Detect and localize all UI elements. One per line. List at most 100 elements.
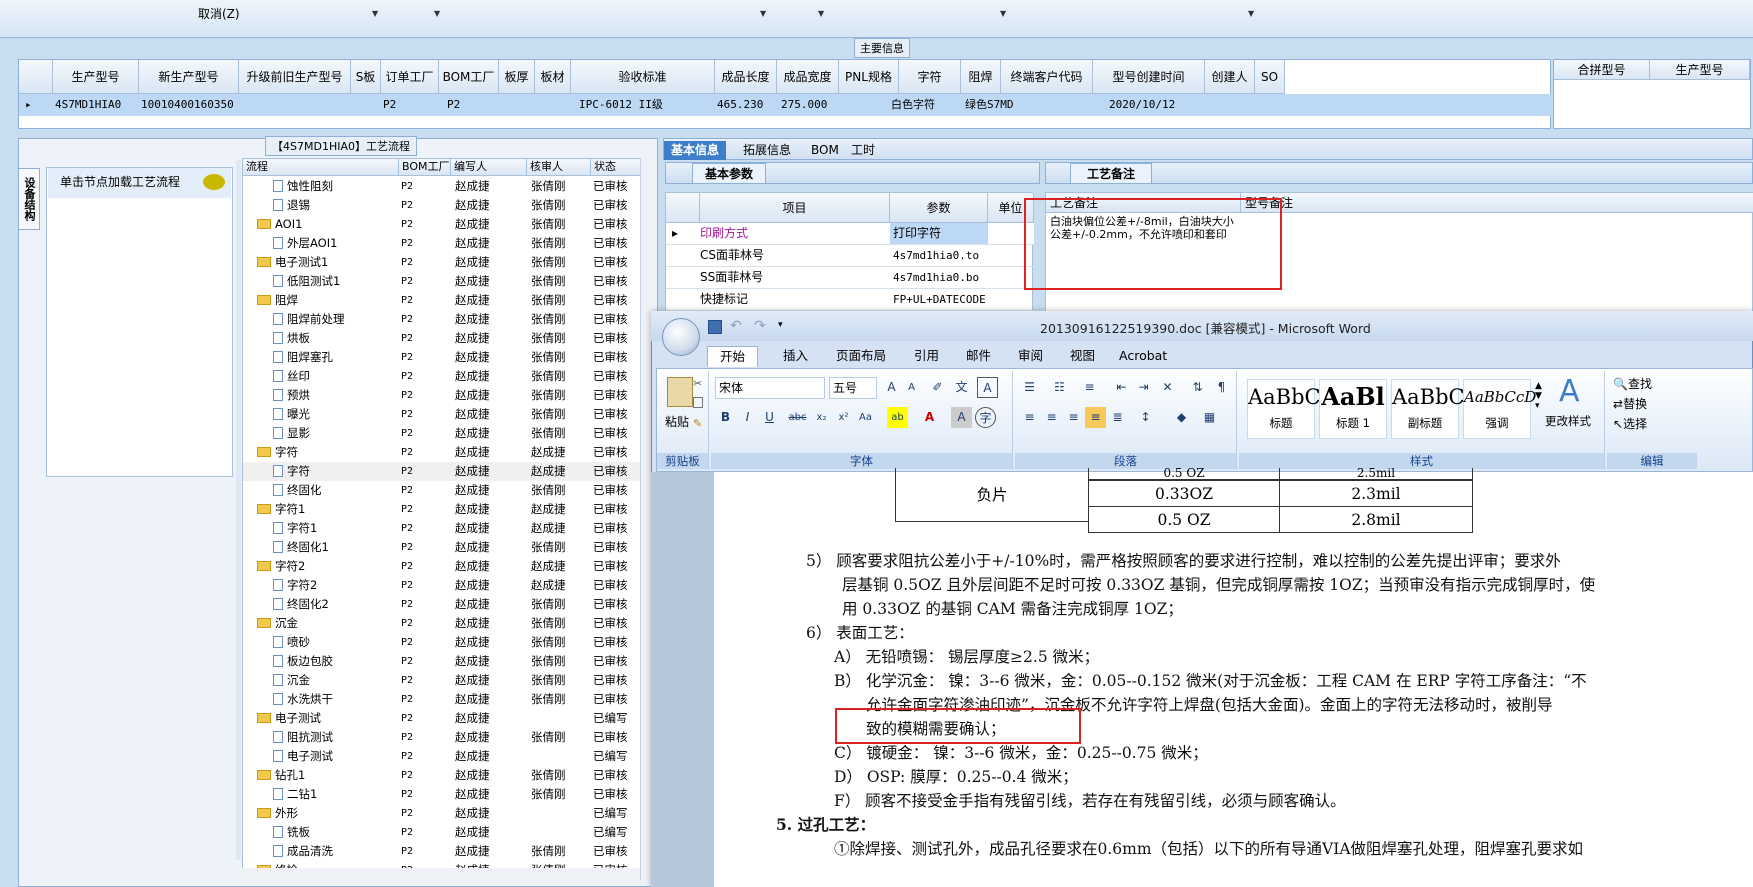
- table-cell[interactable]: 10010400160350: [141, 94, 239, 116]
- col-header[interactable]: 板材: [535, 60, 571, 94]
- flow-node[interactable]: 烘板: [273, 329, 399, 348]
- tab-acrobat[interactable]: Acrobat: [1107, 346, 1179, 366]
- show-marks-icon[interactable]: ¶: [1211, 377, 1232, 398]
- col-header[interactable]: 型号备注: [1241, 193, 1753, 213]
- dropdown-arrow-icon[interactable]: ▼: [1000, 9, 1006, 18]
- flow-node[interactable]: 成品清洗: [273, 842, 399, 861]
- paste-icon[interactable]: [667, 377, 693, 407]
- select-button[interactable]: ↖选择: [1613, 415, 1647, 432]
- flow-node[interactable]: 外形: [257, 804, 399, 823]
- redo-icon[interactable]: ↷: [754, 318, 766, 334]
- flow-node[interactable]: 沉金: [257, 614, 399, 633]
- flow-row[interactable]: 字符2 P2 赵成捷 赵成捷 已审核: [243, 576, 651, 595]
- flow-row[interactable]: 终固化 P2 赵成捷 张倩刚 已审核: [243, 481, 651, 500]
- tab-basic-info[interactable]: 基本信息: [664, 141, 727, 160]
- flow-row[interactable]: 铣板 P2 赵成捷 已编写: [243, 823, 651, 842]
- flow-node[interactable]: 阻抗测试: [273, 728, 399, 747]
- flow-node[interactable]: 蚀性阻刻: [273, 177, 399, 196]
- col-header[interactable]: 状态: [591, 159, 641, 176]
- flow-row[interactable]: 字符1 P2 赵成捷 赵成捷 已审核: [243, 519, 651, 538]
- flow-node[interactable]: 外层AOI1: [273, 234, 399, 253]
- dropdown-arrow-icon[interactable]: ▼: [434, 9, 440, 18]
- copy-icon[interactable]: [693, 397, 703, 408]
- flow-row[interactable]: 阻焊前处理 P2 赵成捷 张倩刚 已审核: [243, 310, 651, 329]
- col-header[interactable]: 终端客户代码: [1001, 60, 1093, 94]
- col-header[interactable]: 流程: [243, 159, 399, 176]
- flow-row[interactable]: 阻抗测试 P2 赵成捷 张倩刚 已审核: [243, 728, 651, 747]
- col-header[interactable]: 项目: [700, 193, 890, 223]
- styles-scroll-icon[interactable]: ▲ ▼ ▾: [1535, 381, 1542, 411]
- col-header[interactable]: 成品长度: [715, 60, 777, 94]
- borders-icon[interactable]: ▦: [1199, 407, 1220, 428]
- flow-row[interactable]: 电子测试1 P2 赵成捷 张倩刚 已审核: [243, 253, 651, 272]
- char-shading-icon[interactable]: A: [951, 407, 972, 428]
- decrease-indent-icon[interactable]: ⇤: [1111, 377, 1132, 398]
- cut-icon[interactable]: ✂: [693, 377, 702, 390]
- tab-basic-params[interactable]: 基本参数: [692, 163, 767, 184]
- undo-icon[interactable]: ↶: [730, 318, 742, 334]
- param-value[interactable]: FP+UL+DATECODE: [893, 289, 986, 310]
- dropdown-arrow-icon[interactable]: ▼: [1248, 9, 1254, 18]
- increase-indent-icon[interactable]: ⇥: [1133, 377, 1154, 398]
- tab-mailings[interactable]: 邮件: [954, 346, 1003, 366]
- style-heading-1[interactable]: AaBl 标题 1: [1319, 379, 1387, 439]
- col-header[interactable]: 参数: [890, 193, 988, 223]
- dropdown-arrow-icon[interactable]: ▼: [372, 9, 378, 18]
- col-header[interactable]: BOM工厂: [399, 159, 451, 176]
- flow-row[interactable]: 字符2 P2 赵成捷 赵成捷 已审核: [243, 557, 651, 576]
- col-header[interactable]: 板厚: [499, 60, 535, 94]
- col-header[interactable]: SO: [1255, 60, 1285, 94]
- sort-icon[interactable]: ⇅: [1187, 377, 1208, 398]
- flow-node[interactable]: 喷砂: [273, 633, 399, 652]
- col-header[interactable]: BOM工厂: [439, 60, 499, 94]
- flow-node[interactable]: 沉金: [273, 671, 399, 690]
- col-header[interactable]: PNL规格: [839, 60, 899, 94]
- flow-row[interactable]: 成品清洗 P2 赵成捷 张倩刚 已审核: [243, 842, 651, 861]
- col-header[interactable]: 生产型号: [53, 60, 139, 94]
- table-row[interactable]: 快捷标记 FP+UL+DATECODE: [666, 289, 1034, 311]
- enclosed-char-icon[interactable]: 字: [975, 407, 996, 428]
- flow-row[interactable]: 退锡 P2 赵成捷 张倩刚 已审核: [243, 196, 651, 215]
- style-subtitle[interactable]: AaBbC 副标题: [1391, 379, 1465, 439]
- table-row[interactable]: CS面菲林号 4s7md1hia0.to: [666, 245, 1034, 267]
- flow-row[interactable]: 烘板 P2 赵成捷 张倩刚 已审核: [243, 329, 651, 348]
- cancel-menu-item[interactable]: 取消(Z): [198, 5, 240, 22]
- bullets-icon[interactable]: ☰: [1019, 377, 1040, 398]
- table-cell[interactable]: P2: [447, 94, 499, 116]
- table-cell[interactable]: 白色字符: [891, 94, 961, 116]
- flow-node[interactable]: 字符1: [273, 519, 399, 538]
- col-header[interactable]: 创建人: [1205, 60, 1255, 94]
- flow-row[interactable]: 板边包胶 P2 赵成捷 张倩刚 已审核: [243, 652, 651, 671]
- subscript-icon[interactable]: x₂: [811, 407, 832, 428]
- dropdown-arrow-icon[interactable]: ▼: [818, 9, 824, 18]
- flow-row[interactable]: 曝光 P2 赵成捷 张倩刚 已审核: [243, 405, 651, 424]
- col-header[interactable]: 升级前旧生产型号: [239, 60, 351, 94]
- phonetic-guide-icon[interactable]: 文: [951, 377, 972, 398]
- flow-row[interactable]: 阻焊塞孔 P2 赵成捷 张倩刚 已审核: [243, 348, 651, 367]
- param-value[interactable]: 4s7md1hia0.to: [893, 245, 979, 266]
- paste-button[interactable]: 粘贴: [665, 413, 689, 430]
- change-case-icon[interactable]: Aa: [855, 407, 876, 428]
- flow-row[interactable]: 电子测试 P2 赵成捷 已编写: [243, 709, 651, 728]
- change-styles-button[interactable]: 更改样式: [1545, 413, 1591, 429]
- flow-node[interactable]: 丝印: [273, 367, 399, 386]
- col-header[interactable]: 订单工厂: [381, 60, 439, 94]
- shrink-font-icon[interactable]: A: [901, 377, 922, 398]
- tab-page-layout[interactable]: 页面布局: [824, 346, 898, 366]
- italic-icon[interactable]: I: [737, 407, 758, 428]
- line-spacing-icon[interactable]: ↕: [1135, 407, 1156, 428]
- tab-view[interactable]: 视图: [1058, 346, 1107, 366]
- flow-node[interactable]: 字符1: [257, 500, 399, 519]
- flow-node[interactable]: 终固化1: [273, 538, 399, 557]
- grow-font-icon[interactable]: A: [881, 377, 902, 398]
- dropdown-arrow-icon[interactable]: ▼: [760, 9, 766, 18]
- flow-node[interactable]: 字符: [257, 443, 399, 462]
- equipment-structure-tab[interactable]: 设备结构: [18, 168, 40, 230]
- font-name-select[interactable]: 宋体: [715, 377, 825, 399]
- flow-row[interactable]: 喷砂 P2 赵成捷 张倩刚 已审核: [243, 633, 651, 652]
- table-cell[interactable]: P2: [383, 94, 439, 116]
- col-header[interactable]: 验收标准: [571, 60, 715, 94]
- shading-icon[interactable]: ◆: [1171, 407, 1192, 428]
- flow-row[interactable]: 阻焊 P2 赵成捷 张倩刚 已审核: [243, 291, 651, 310]
- bold-icon[interactable]: B: [715, 407, 736, 428]
